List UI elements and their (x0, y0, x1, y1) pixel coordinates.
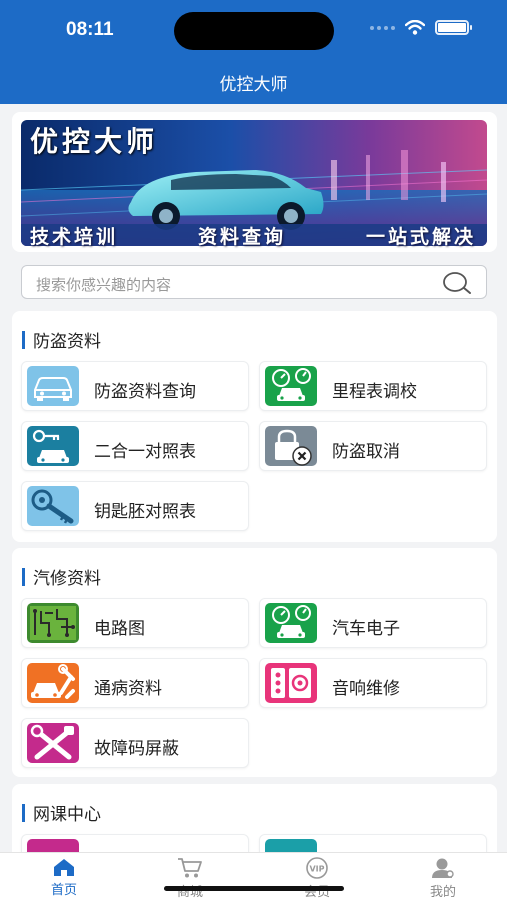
tab-mall[interactable]: 商城 (150, 857, 230, 900)
key-car-icon (27, 426, 79, 466)
signal-icon (370, 25, 395, 30)
section-accent-bar (22, 330, 25, 349)
home-indicator (164, 886, 344, 891)
search-input[interactable]: 搜索你感兴趣的内容 (21, 265, 487, 299)
section-title: 汽修资料 (33, 569, 101, 589)
tile-fault-code-mask[interactable]: 故障码屏蔽 (21, 718, 249, 768)
status-time: 08:11 (66, 19, 114, 40)
search-placeholder: 搜索你感兴趣的内容 (36, 276, 172, 294)
vip-icon: VIP (306, 857, 328, 879)
tagline-solution: 一站式解决 (365, 226, 476, 248)
lock-cancel-icon (265, 426, 317, 466)
tile-circuit-diagram[interactable]: 电路图 (21, 598, 249, 648)
user-icon (432, 858, 454, 878)
cart-icon (178, 858, 202, 878)
tile-label: 二合一对照表 (94, 442, 196, 462)
tile-label: 钥匙胚对照表 (94, 502, 196, 522)
tile-odometer[interactable]: 里程表调校 (259, 361, 487, 411)
tab-vip[interactable]: VIP 会员 (277, 857, 357, 900)
tagline-lookup: 资料查询 (197, 226, 286, 248)
tile-label: 里程表调校 (332, 382, 417, 402)
tools-cross-icon (27, 723, 79, 763)
wrench-car-icon (27, 663, 79, 703)
section-header: 网课中心 (22, 800, 101, 825)
bottom-tab-bar: 首页 商城 VIP 会员 我的 (0, 852, 507, 900)
search-icon[interactable] (442, 271, 472, 295)
tile-auto-electronics[interactable]: 汽车电子 (259, 598, 487, 648)
banner-title: 优控大师 (30, 125, 159, 158)
tab-home[interactable]: 首页 (24, 857, 104, 898)
odometer-car-icon (265, 603, 317, 643)
tile-label: 防盗资料查询 (94, 382, 196, 402)
tile-label: 电路图 (94, 619, 145, 639)
page-title: 优控大师 (219, 75, 288, 95)
svg-text:VIP: VIP (309, 865, 324, 874)
tile-two-in-one-table[interactable]: 二合一对照表 (21, 421, 249, 471)
tagline-training: 技术培训 (30, 226, 119, 248)
tile-label: 防盗取消 (332, 442, 400, 462)
tile-label: 汽车电子 (332, 619, 400, 639)
tile-anti-theft-lookup[interactable]: 防盗资料查询 (21, 361, 249, 411)
tile-common-faults[interactable]: 通病资料 (21, 658, 249, 708)
speaker-icon (265, 663, 317, 703)
circuit-board-icon (27, 603, 79, 643)
section-header: 汽修资料 (22, 564, 101, 589)
tile-label: 故障码屏蔽 (94, 739, 179, 759)
tab-label: 我的 (429, 885, 456, 900)
dynamic-island (174, 12, 334, 50)
tile-label: 通病资料 (94, 679, 162, 699)
section-accent-bar (22, 567, 25, 586)
tab-mine[interactable]: 我的 (403, 857, 483, 900)
tile-key-blank-table[interactable]: 钥匙胚对照表 (21, 481, 249, 531)
tab-label: 首页 (50, 883, 77, 898)
home-icon (54, 859, 74, 876)
status-icons (370, 20, 472, 35)
car-outline-icon (27, 366, 79, 406)
section-accent-bar (22, 803, 25, 822)
wifi-icon (405, 20, 425, 35)
section-title: 防盗资料 (33, 332, 101, 352)
battery-icon (435, 20, 472, 35)
section-title: 网课中心 (33, 805, 101, 825)
key-icon (27, 486, 79, 526)
tile-anti-theft-cancel[interactable]: 防盗取消 (259, 421, 487, 471)
odometer-car-icon (265, 366, 317, 406)
tile-audio-repair[interactable]: 音响维修 (259, 658, 487, 708)
section-header: 防盗资料 (22, 327, 101, 352)
tile-label: 音响维修 (332, 679, 400, 699)
banner-tagline: 技术培训 资料查询 一站式解决 (30, 222, 476, 249)
